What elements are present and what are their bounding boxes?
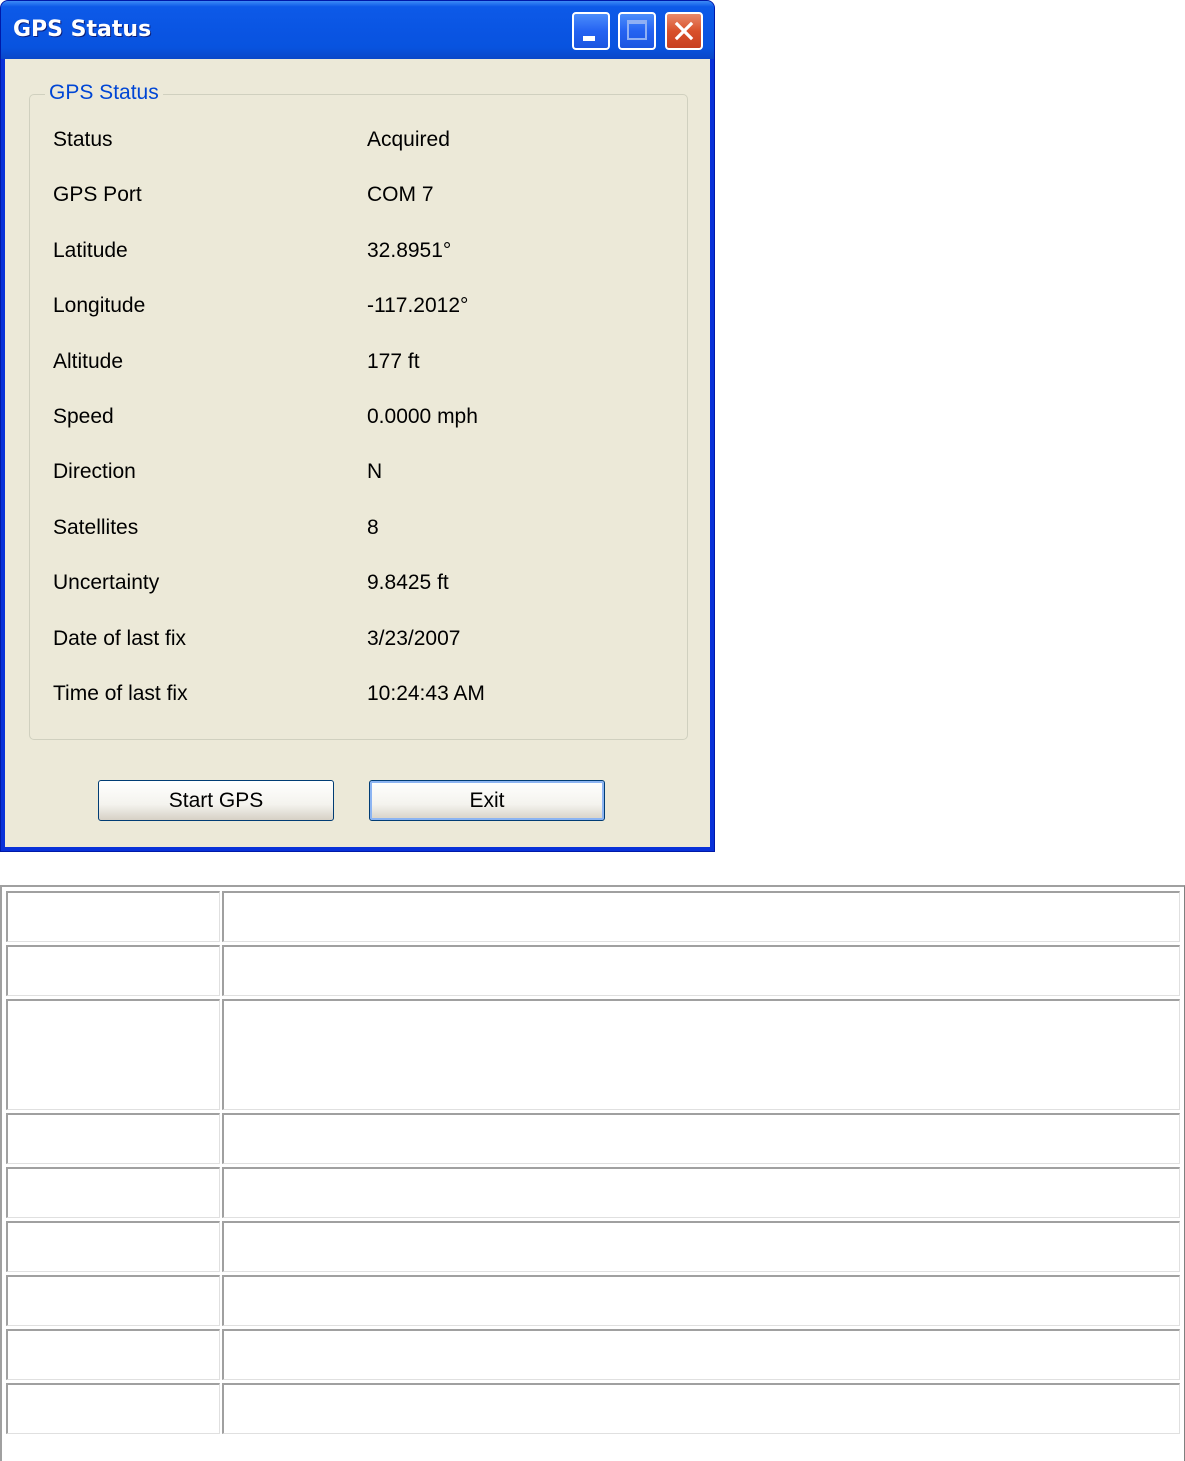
row-value: 3/23/2007 [367,627,461,650]
close-icon [674,21,694,41]
row-label: Uncertainty [53,571,160,594]
groupbox-label: GPS Status [45,81,163,105]
table-cell [6,945,220,996]
gps-status-window: GPS Status GPS Status Status Acquired GPS … [0,0,715,852]
row-label: Time of last fix [53,682,188,705]
row-value: -117.2012° [367,294,469,317]
row-label: Status [53,128,113,151]
row-label: GPS Port [53,183,142,206]
close-button[interactable] [665,12,703,50]
table-cell [6,999,220,1110]
row-label: Speed [53,405,114,428]
row-value: 0.0000 mph [367,405,478,428]
table-cell [222,1329,1180,1380]
row-value: 32.8951° [367,239,452,262]
maximize-button[interactable] [618,12,656,50]
table-cell [222,1275,1180,1326]
row-value: 177 ft [367,350,420,373]
exit-button[interactable]: Exit [369,780,605,821]
row-label: Latitude [53,239,128,262]
table-cell [6,1275,220,1326]
minimize-icon [583,36,595,41]
row-label: Direction [53,460,136,483]
table-cell [6,1329,220,1380]
row-label: Longitude [53,294,146,317]
start-gps-button[interactable]: Start GPS [98,780,334,821]
table-cell [6,1383,220,1434]
maximize-icon [627,20,647,40]
table-cell [222,1167,1180,1218]
row-value: Acquired [367,128,450,151]
window-client-area: GPS Status Status Acquired GPS Port COM 7 La… [5,59,710,847]
row-value: 8 [367,516,379,539]
table-cell [6,1167,220,1218]
table-cell [6,1113,220,1164]
row-value: 10:24:43 AM [367,682,485,705]
row-value: N [367,460,383,483]
row-label: Altitude [53,350,124,373]
table-cell [6,1221,220,1272]
table-cell [222,999,1180,1110]
table-cell [222,1383,1180,1434]
title-bar[interactable]: GPS Status [1,1,714,59]
window-title: GPS Status [13,17,152,42]
row-label: Date of last fix [53,627,187,650]
table-cell [222,891,1180,942]
empty-table [0,885,1185,1461]
row-value: COM 7 [367,183,434,206]
row-label: Satellites [53,516,139,539]
table-cell [222,1113,1180,1164]
table-cell [6,891,220,942]
minimize-button[interactable] [572,12,610,50]
table-cell [222,945,1180,996]
table-cell [222,1221,1180,1272]
row-value: 9.8425 ft [367,571,449,594]
